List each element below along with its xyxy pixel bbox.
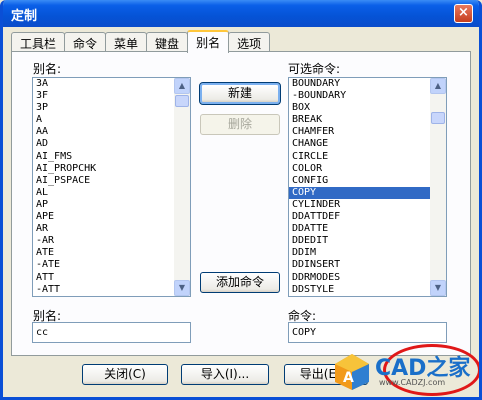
list-item[interactable]: 3F	[33, 90, 174, 102]
tab-bar: 工具栏 命令 菜单 键盘 别名 选项	[11, 30, 271, 53]
command-list-items: BOUNDARY -BOUNDARY BOX BREAK CHAMFER CHANGE CI…	[289, 78, 430, 296]
list-item[interactable]: AD	[33, 138, 174, 150]
alias-list-scrollbar[interactable]: ▲ ▼	[174, 78, 190, 296]
tab-aliases[interactable]: 别名	[187, 30, 230, 53]
list-item[interactable]: AI_PSPACE	[33, 175, 174, 187]
customize-dialog: 定制 × 工具栏 命令 菜单 键盘 别名 选项 别名: 3A 3F 3P A AA AD A…	[0, 0, 482, 400]
alias-list[interactable]: 3A 3F 3P A AA AD AI_FMS AI_PROPCHK AI_PSPACE AL AP…	[32, 77, 191, 297]
available-commands-label: 可选命令:	[288, 62, 341, 76]
list-item[interactable]: 3P	[33, 102, 174, 114]
import-button[interactable]: 导入(I)...	[181, 364, 269, 385]
available-commands-list[interactable]: BOUNDARY -BOUNDARY BOX BREAK CHAMFER CHANGE CI…	[288, 77, 447, 297]
list-item[interactable]: AR	[33, 223, 174, 235]
tab-keyboard[interactable]: 键盘	[146, 32, 189, 52]
list-item[interactable]: DDSTYLE	[289, 284, 430, 296]
list-item[interactable]: -ATT	[33, 284, 174, 296]
list-item[interactable]: A	[33, 114, 174, 126]
list-item[interactable]: DDIM	[289, 247, 430, 259]
list-item[interactable]: ATT	[33, 272, 174, 284]
list-item[interactable]: AI_PROPCHK	[33, 163, 174, 175]
scroll-up-icon[interactable]: ▲	[174, 78, 190, 94]
close-button[interactable]: 关闭(C)	[82, 364, 168, 385]
list-item[interactable]: CIRCLE	[289, 151, 430, 163]
cadzj-logo-icon: A	[335, 354, 369, 390]
list-item[interactable]: -AR	[33, 235, 174, 247]
list-item[interactable]: CYLINDER	[289, 199, 430, 211]
command-input[interactable]: COPY	[288, 322, 447, 343]
scroll-thumb[interactable]	[175, 95, 189, 107]
scroll-down-icon[interactable]: ▼	[430, 280, 446, 296]
list-item[interactable]: DDINSERT	[289, 259, 430, 271]
list-item[interactable]: COPY	[289, 186, 430, 199]
delete-button[interactable]: 删除	[200, 114, 280, 135]
close-icon[interactable]: ×	[454, 4, 473, 23]
list-item[interactable]: AP	[33, 199, 174, 211]
alias-list-items: 3A 3F 3P A AA AD AI_FMS AI_PROPCHK AI_PSPACE AL AP…	[33, 78, 174, 296]
aliases-tab-panel: 别名: 3A 3F 3P A AA AD AI_FMS AI_PROPCHK AI_PSPACE…	[11, 51, 471, 356]
title-bar[interactable]: 定制 ×	[3, 0, 479, 27]
tab-commands[interactable]: 命令	[64, 32, 107, 52]
list-item[interactable]: DDRMODES	[289, 272, 430, 284]
scroll-down-icon[interactable]: ▼	[174, 280, 190, 296]
list-item[interactable]: BOX	[289, 102, 430, 114]
alias-input[interactable]: cc	[32, 322, 191, 343]
list-item[interactable]: DDATTE	[289, 223, 430, 235]
list-item[interactable]: BOUNDARY	[289, 78, 430, 90]
list-item[interactable]: AL	[33, 187, 174, 199]
list-item[interactable]: BREAK	[289, 114, 430, 126]
scroll-up-icon[interactable]: ▲	[430, 78, 446, 94]
scroll-thumb[interactable]	[431, 112, 445, 124]
add-command-button[interactable]: 添加命令	[200, 272, 280, 293]
alias-list-label: 别名:	[33, 62, 62, 76]
list-item[interactable]: COLOR	[289, 163, 430, 175]
list-item[interactable]: APE	[33, 211, 174, 223]
list-item[interactable]: AA	[33, 126, 174, 138]
window-title: 定制	[11, 9, 38, 24]
list-item[interactable]: ATE	[33, 247, 174, 259]
list-item[interactable]: DDEDIT	[289, 235, 430, 247]
list-item[interactable]: -BOUNDARY	[289, 90, 430, 102]
list-item[interactable]: 3A	[33, 78, 174, 90]
tab-options[interactable]: 选项	[228, 32, 271, 52]
list-item[interactable]: DDATTDEF	[289, 211, 430, 223]
list-item[interactable]: AI_FMS	[33, 151, 174, 163]
cadzj-watermark: A CAD之家 www.CADZJ.com	[333, 344, 479, 396]
list-item[interactable]: CONFIG	[289, 175, 430, 187]
list-item[interactable]: CHAMFER	[289, 126, 430, 138]
list-item[interactable]: CHANGE	[289, 138, 430, 150]
new-button[interactable]: 新建	[199, 82, 281, 105]
tab-menus[interactable]: 菜单	[105, 32, 148, 52]
tab-toolbar[interactable]: 工具栏	[11, 32, 66, 52]
watermark-url: www.CADZJ.com	[379, 378, 446, 387]
svg-text:A: A	[343, 370, 354, 386]
list-item[interactable]: -ATE	[33, 259, 174, 271]
command-list-scrollbar[interactable]: ▲ ▼	[430, 78, 446, 296]
